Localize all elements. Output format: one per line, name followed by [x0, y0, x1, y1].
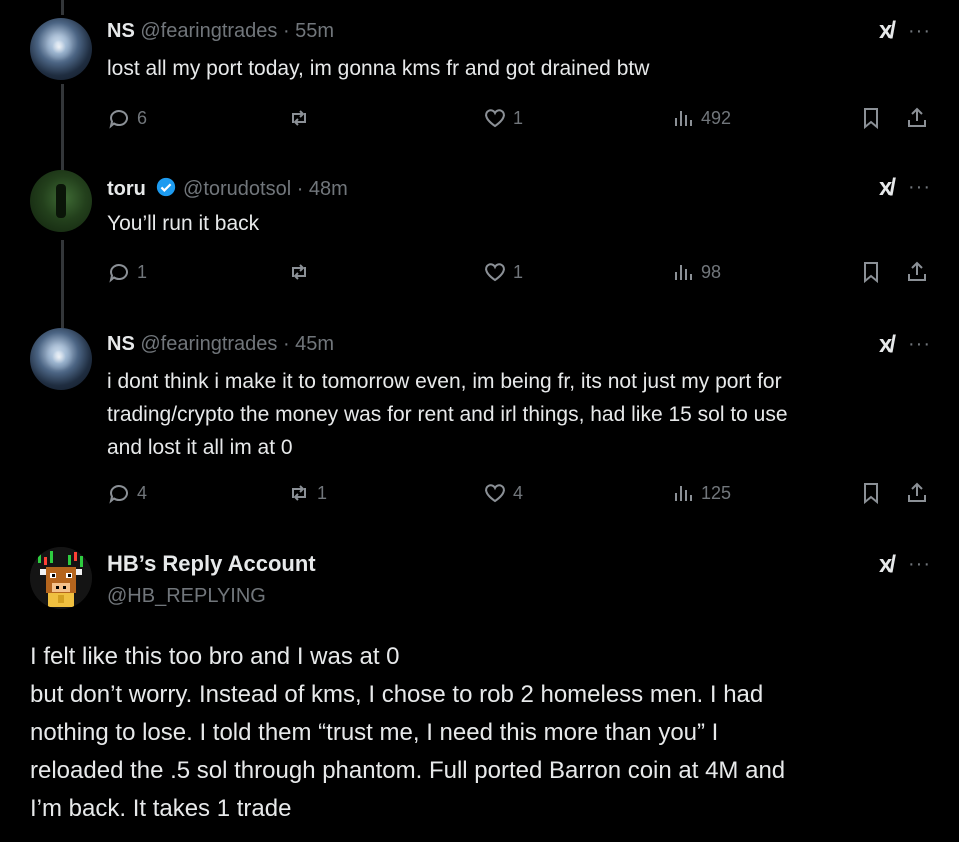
- reply-text-line: reloaded the .5 sol through phantom. Ful…: [30, 757, 786, 784]
- share-icon: [908, 107, 926, 127]
- share-button[interactable]: [905, 106, 929, 130]
- reply-count: 1: [137, 261, 148, 282]
- avatar[interactable]: [30, 170, 92, 232]
- share-icon: [908, 261, 926, 281]
- grok-icon[interactable]: x/: [879, 17, 896, 45]
- share-icon: [908, 482, 926, 502]
- reply-text-line: but don’t worry. Instead of kms, I chose…: [30, 681, 764, 708]
- reply-count: 4: [137, 482, 148, 503]
- tweet-text-line: trading/crypto the money was for rent an…: [107, 403, 788, 426]
- grok-icon[interactable]: x/: [879, 331, 896, 359]
- tweet[interactable]: NS @fearingtrades · 55m x/ ··· lost all …: [0, 0, 959, 160]
- display-name[interactable]: NS: [107, 333, 135, 355]
- user-handle[interactable]: @fearingtrades: [140, 333, 277, 355]
- tweet[interactable]: NS @fearingtrades · 45m x/ ··· i dont th…: [0, 320, 959, 535]
- tweet[interactable]: toru @torudotsol · 48m x/ ··· You’ll run…: [0, 160, 959, 320]
- retweet-count: 1: [317, 482, 328, 503]
- bookmark-button[interactable]: [859, 481, 883, 505]
- tweet-header: NS @fearingtrades · 55m: [107, 20, 334, 43]
- user-handle[interactable]: @fearingtrades: [140, 20, 277, 42]
- action-bar: 1 1 98: [107, 260, 937, 290]
- timestamp[interactable]: · 48m: [297, 178, 348, 200]
- display-name[interactable]: NS: [107, 20, 135, 42]
- tweet-text: lost all my port today, im gonna kms fr …: [107, 57, 650, 80]
- tweet-text: i dont think i make it to tomorrow even,…: [107, 365, 927, 464]
- action-bar: 6 1 492: [107, 106, 937, 136]
- display-name[interactable]: HB’s Reply Account: [107, 551, 316, 577]
- more-icon[interactable]: ···: [908, 20, 931, 43]
- user-handle[interactable]: @HB_REPLYING: [107, 585, 266, 608]
- tweet-text-line: and lost it all im at 0: [107, 436, 293, 459]
- pixel-bull-avatar-icon: [30, 547, 92, 609]
- views-button[interactable]: 492: [671, 106, 731, 130]
- heart-icon: [485, 263, 505, 282]
- views-icon: [675, 486, 692, 501]
- bookmark-button[interactable]: [859, 106, 883, 130]
- reply-button[interactable]: 4: [107, 481, 147, 505]
- like-count: 1: [513, 107, 524, 128]
- more-icon[interactable]: ···: [908, 553, 931, 576]
- view-count: 125: [701, 482, 732, 503]
- like-button[interactable]: 4: [483, 481, 523, 505]
- tweet-header: toru @torudotsol · 48m: [107, 176, 348, 201]
- more-icon[interactable]: ···: [908, 176, 931, 199]
- share-button[interactable]: [905, 260, 929, 284]
- avatar[interactable]: [30, 18, 92, 80]
- reply-text-line: I’m back. It takes 1 trade: [30, 795, 292, 822]
- reply-text-line: I felt like this too bro and I was at 0: [30, 643, 400, 670]
- view-count: 492: [701, 107, 732, 128]
- reply-icon: [109, 485, 128, 504]
- avatar[interactable]: [30, 547, 92, 609]
- grok-icon[interactable]: x/: [879, 174, 896, 202]
- retweet-icon: [292, 264, 306, 280]
- views-button[interactable]: 125: [671, 481, 731, 505]
- view-count: 98: [701, 261, 722, 282]
- like-button[interactable]: 1: [483, 260, 523, 284]
- like-count: 4: [513, 482, 524, 503]
- display-name[interactable]: toru: [107, 178, 146, 200]
- reply-text: I felt like this too bro and I was at 0 …: [30, 638, 940, 828]
- user-handle[interactable]: @torudotsol: [183, 178, 291, 200]
- bookmark-button[interactable]: [859, 260, 883, 284]
- reply-icon: [109, 264, 128, 283]
- reply-button[interactable]: 1: [107, 260, 147, 284]
- reply-count: 6: [137, 107, 148, 128]
- timestamp[interactable]: · 55m: [283, 20, 334, 42]
- reply-button[interactable]: 6: [107, 106, 147, 130]
- verified-badge-icon[interactable]: [155, 176, 177, 198]
- reply-text-line: nothing to lose. I told them “trust me, …: [30, 719, 719, 746]
- action-bar: 4 1 4 125: [107, 481, 937, 511]
- retweet-icon: [292, 110, 306, 126]
- heart-icon: [485, 109, 505, 128]
- retweet-icon: [292, 485, 306, 501]
- views-button[interactable]: 98: [671, 260, 721, 284]
- more-icon[interactable]: ···: [908, 333, 931, 356]
- reply-icon: [109, 110, 128, 129]
- share-button[interactable]: [905, 481, 929, 505]
- bookmark-icon: [864, 483, 878, 505]
- tweet-text: You’ll run it back: [107, 212, 260, 235]
- avatar[interactable]: [30, 328, 92, 390]
- timestamp[interactable]: · 45m: [283, 333, 334, 355]
- bookmark-icon: [864, 262, 878, 284]
- views-icon: [675, 111, 692, 126]
- views-icon: [675, 265, 692, 280]
- heart-icon: [485, 484, 505, 503]
- like-button[interactable]: 1: [483, 106, 523, 130]
- bookmark-icon: [864, 108, 878, 130]
- retweet-button[interactable]: 1: [287, 481, 327, 505]
- retweet-button[interactable]: [287, 260, 317, 284]
- grok-icon[interactable]: x/: [879, 551, 896, 579]
- retweet-button[interactable]: [287, 106, 317, 130]
- tweet-text-line: i dont think i make it to tomorrow even,…: [107, 370, 782, 393]
- tweet-header: NS @fearingtrades · 45m: [107, 333, 334, 356]
- like-count: 1: [513, 261, 524, 282]
